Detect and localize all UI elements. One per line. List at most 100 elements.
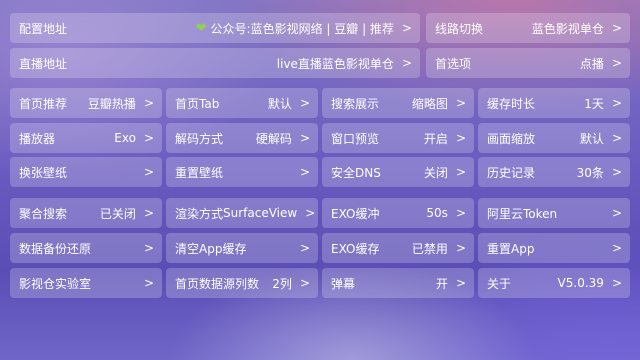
setting-label: 关于 <box>487 276 512 291</box>
setting-9-button[interactable]: 换张壁纸 > <box>10 157 162 187</box>
chevron-right-icon: > <box>611 206 622 220</box>
setting-6-button[interactable]: 解码方式 硬解码 > <box>166 123 318 153</box>
setting-value: V5.0.39 <box>557 276 604 290</box>
setting-13-button[interactable]: 聚合搜索 已关闭 > <box>10 198 162 228</box>
chevron-right-icon: > <box>611 276 622 290</box>
chevron-right-icon: > <box>143 165 154 179</box>
chevron-right-icon: > <box>611 56 622 70</box>
chevron-right-icon: > <box>299 241 310 255</box>
setting-20-button[interactable]: 重置App > <box>478 233 630 263</box>
setting-label: 渲染方式 <box>175 206 224 221</box>
setting-label: 影视仓实验室 <box>19 276 92 291</box>
chevron-right-icon: > <box>611 131 622 145</box>
setting-value: 豆瓣热播 <box>87 96 136 111</box>
setting-value: Exo <box>114 131 136 145</box>
chevron-right-icon: > <box>299 276 310 290</box>
chevron-right-icon: > <box>455 206 466 220</box>
setting-label: 缓存时长 <box>487 96 536 111</box>
setting-24-button[interactable]: 关于 V5.0.39 > <box>478 268 630 298</box>
setting-label: 聚合搜索 <box>19 206 68 221</box>
chevron-right-icon: > <box>455 96 466 110</box>
config-address-value: 公众号:蓝色影视网络 | 豆瓣 | 推荐 <box>210 21 394 36</box>
setting-10-button[interactable]: 重置壁纸 > <box>166 157 318 187</box>
setting-label: 解码方式 <box>175 131 224 146</box>
setting-label: 播放器 <box>19 131 56 146</box>
chevron-right-icon: > <box>611 96 622 110</box>
setting-23-button[interactable]: 弹幕 开 > <box>322 268 474 298</box>
setting-11-button[interactable]: 安全DNS 关闭 > <box>322 157 474 187</box>
chevron-right-icon: > <box>455 165 466 179</box>
setting-label: EXO缓冲 <box>331 206 380 221</box>
setting-label: 阿里云Token <box>487 206 558 221</box>
setting-21-button[interactable]: 影视仓实验室 > <box>10 268 162 298</box>
setting-value: 2列 <box>272 276 292 291</box>
chevron-right-icon: > <box>143 241 154 255</box>
setting-value: 1天 <box>584 96 604 111</box>
setting-value: 默认 <box>267 96 292 111</box>
setting-value: 开 <box>435 276 448 291</box>
chevron-right-icon: > <box>455 131 466 145</box>
chevron-right-icon: > <box>455 276 466 290</box>
setting-19-button[interactable]: EXO缓存 已禁用 > <box>322 233 474 263</box>
setting-label: EXO缓存 <box>331 241 380 256</box>
preferred-value: 点播 <box>579 56 604 71</box>
chevron-right-icon: > <box>143 96 154 110</box>
setting-2-button[interactable]: 首页Tab 默认 > <box>166 88 318 118</box>
setting-value: 开启 <box>423 131 448 146</box>
setting-value: 30条 <box>576 165 604 180</box>
setting-4-button[interactable]: 缓存时长 1天 > <box>478 88 630 118</box>
setting-label: 重置壁纸 <box>175 165 224 180</box>
chevron-right-icon: > <box>299 165 310 179</box>
setting-16-button[interactable]: 阿里云Token > <box>478 198 630 228</box>
chevron-right-icon: > <box>299 131 310 145</box>
chevron-right-icon: > <box>401 56 412 70</box>
setting-15-button[interactable]: EXO缓冲 50s > <box>322 198 474 228</box>
config-address-button[interactable]: 配置地址 ❤ 公众号:蓝色影视网络 | 豆瓣 | 推荐 > <box>10 13 420 43</box>
line-switch-button[interactable]: 线路切换 蓝色影视单仓 > <box>426 13 630 43</box>
setting-3-button[interactable]: 搜索展示 缩略图 > <box>322 88 474 118</box>
line-switch-label: 线路切换 <box>435 21 484 36</box>
setting-17-button[interactable]: 数据备份还原 > <box>10 233 162 263</box>
config-address-label: 配置地址 <box>19 21 68 36</box>
live-address-button[interactable]: 直播地址 live直播蓝色影视单仓 > <box>10 48 420 78</box>
setting-12-button[interactable]: 历史记录 30条 > <box>478 157 630 187</box>
setting-label: 清空App缓存 <box>175 241 247 256</box>
setting-5-button[interactable]: 播放器 Exo > <box>10 123 162 153</box>
preferred-label: 首选项 <box>435 56 472 71</box>
setting-value: SurfaceView <box>223 206 298 220</box>
live-address-label: 直播地址 <box>19 56 68 71</box>
setting-value: 关闭 <box>423 165 448 180</box>
setting-value: 硬解码 <box>255 131 292 146</box>
chevron-right-icon: > <box>401 21 412 35</box>
setting-value: 已禁用 <box>411 241 448 256</box>
setting-value: 缩略图 <box>411 96 448 111</box>
chevron-right-icon: > <box>611 241 622 255</box>
setting-22-button[interactable]: 首页数据源列数 2列 > <box>166 268 318 298</box>
setting-7-button[interactable]: 窗口预览 开启 > <box>322 123 474 153</box>
setting-18-button[interactable]: 清空App缓存 > <box>166 233 318 263</box>
setting-label: 重置App <box>487 241 535 256</box>
setting-label: 搜索展示 <box>331 96 380 111</box>
chevron-right-icon: > <box>143 276 154 290</box>
setting-value: 50s <box>426 206 448 220</box>
setting-label: 安全DNS <box>331 165 381 180</box>
setting-value: 默认 <box>579 131 604 146</box>
setting-1-button[interactable]: 首页推荐 豆瓣热播 > <box>10 88 162 118</box>
preferred-button[interactable]: 首选项 点播 > <box>426 48 630 78</box>
setting-8-button[interactable]: 画面缩放 默认 > <box>478 123 630 153</box>
setting-label: 数据备份还原 <box>19 241 92 256</box>
chevron-right-icon: > <box>299 96 310 110</box>
chevron-right-icon: > <box>455 241 466 255</box>
setting-label: 首页数据源列数 <box>175 276 260 291</box>
line-switch-value: 蓝色影视单仓 <box>531 21 604 36</box>
setting-label: 历史记录 <box>487 165 536 180</box>
setting-label: 画面缩放 <box>487 131 536 146</box>
setting-14-button[interactable]: 渲染方式 SurfaceView > <box>166 198 318 228</box>
setting-label: 首页Tab <box>175 96 220 111</box>
setting-label: 窗口预览 <box>331 131 380 146</box>
chevron-right-icon: > <box>143 206 154 220</box>
heart-icon: ❤ <box>195 20 207 36</box>
setting-label: 换张壁纸 <box>19 165 68 180</box>
chevron-right-icon: > <box>305 206 316 220</box>
chevron-right-icon: > <box>143 131 154 145</box>
